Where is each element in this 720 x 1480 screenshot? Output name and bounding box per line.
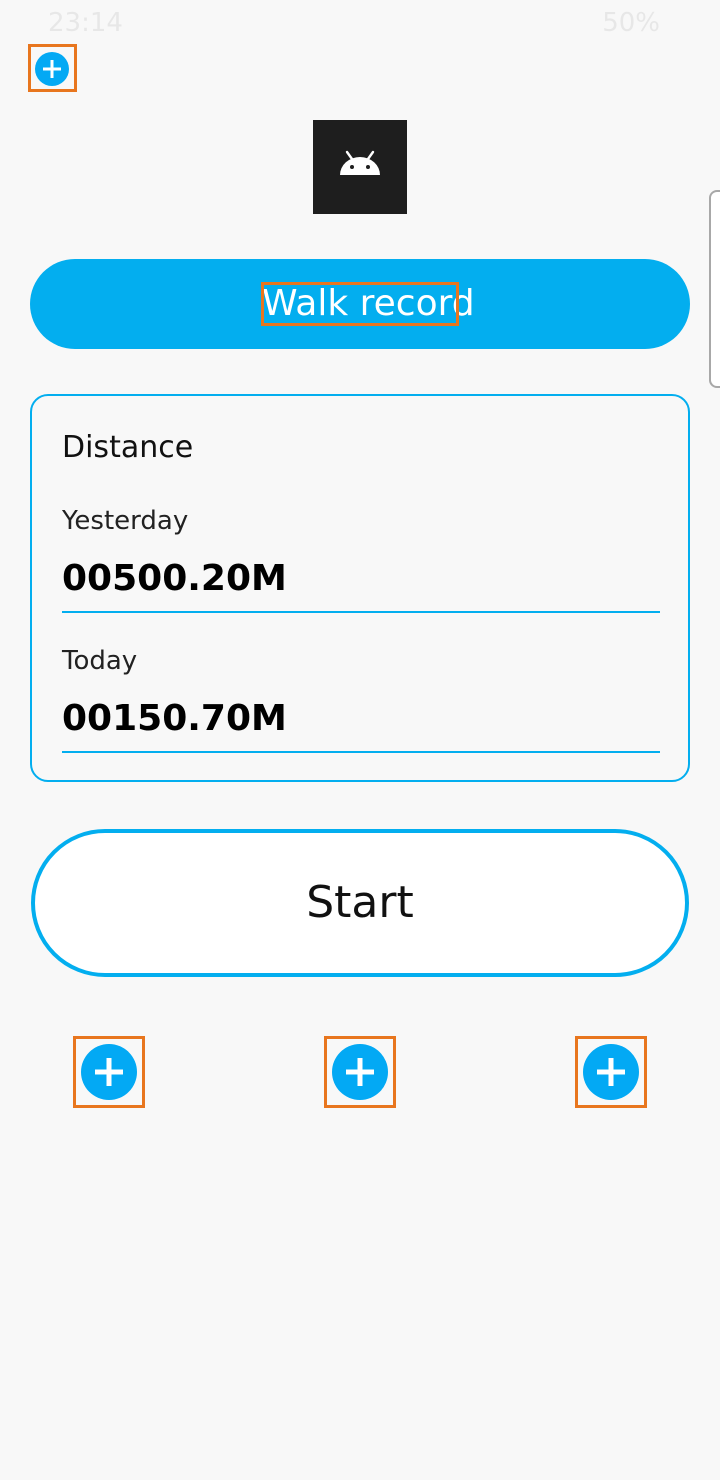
today-underline: [62, 751, 660, 753]
status-battery: 50%: [602, 8, 660, 38]
plus-circle-icon: [43, 60, 61, 78]
yesterday-value: 00500.20M: [62, 558, 287, 599]
plus-circle-icon: [346, 1058, 374, 1086]
plus-circle-icon: [597, 1058, 625, 1086]
title-highlight: [261, 282, 459, 326]
yesterday-label: Yesterday: [62, 506, 189, 536]
today-value: 00150.70M: [62, 698, 287, 739]
add-button-3[interactable]: [583, 1044, 639, 1100]
add-button-1[interactable]: [81, 1044, 137, 1100]
status-time: 23:14: [48, 8, 123, 38]
status-bar: 23:14 50%: [0, 0, 720, 44]
distance-card: Distance Yesterday 00500.20M Today 00150…: [30, 394, 690, 782]
android-icon: [340, 150, 380, 175]
today-label: Today: [62, 646, 138, 676]
start-button[interactable]: Start: [31, 829, 689, 977]
edge-panel-handle[interactable]: [709, 190, 720, 388]
top-add-button[interactable]: [35, 52, 69, 86]
yesterday-underline: [62, 611, 660, 613]
plus-circle-icon: [95, 1058, 123, 1086]
add-button-2[interactable]: [332, 1044, 388, 1100]
app-logo: [313, 120, 407, 214]
distance-heading: Distance: [62, 430, 194, 465]
